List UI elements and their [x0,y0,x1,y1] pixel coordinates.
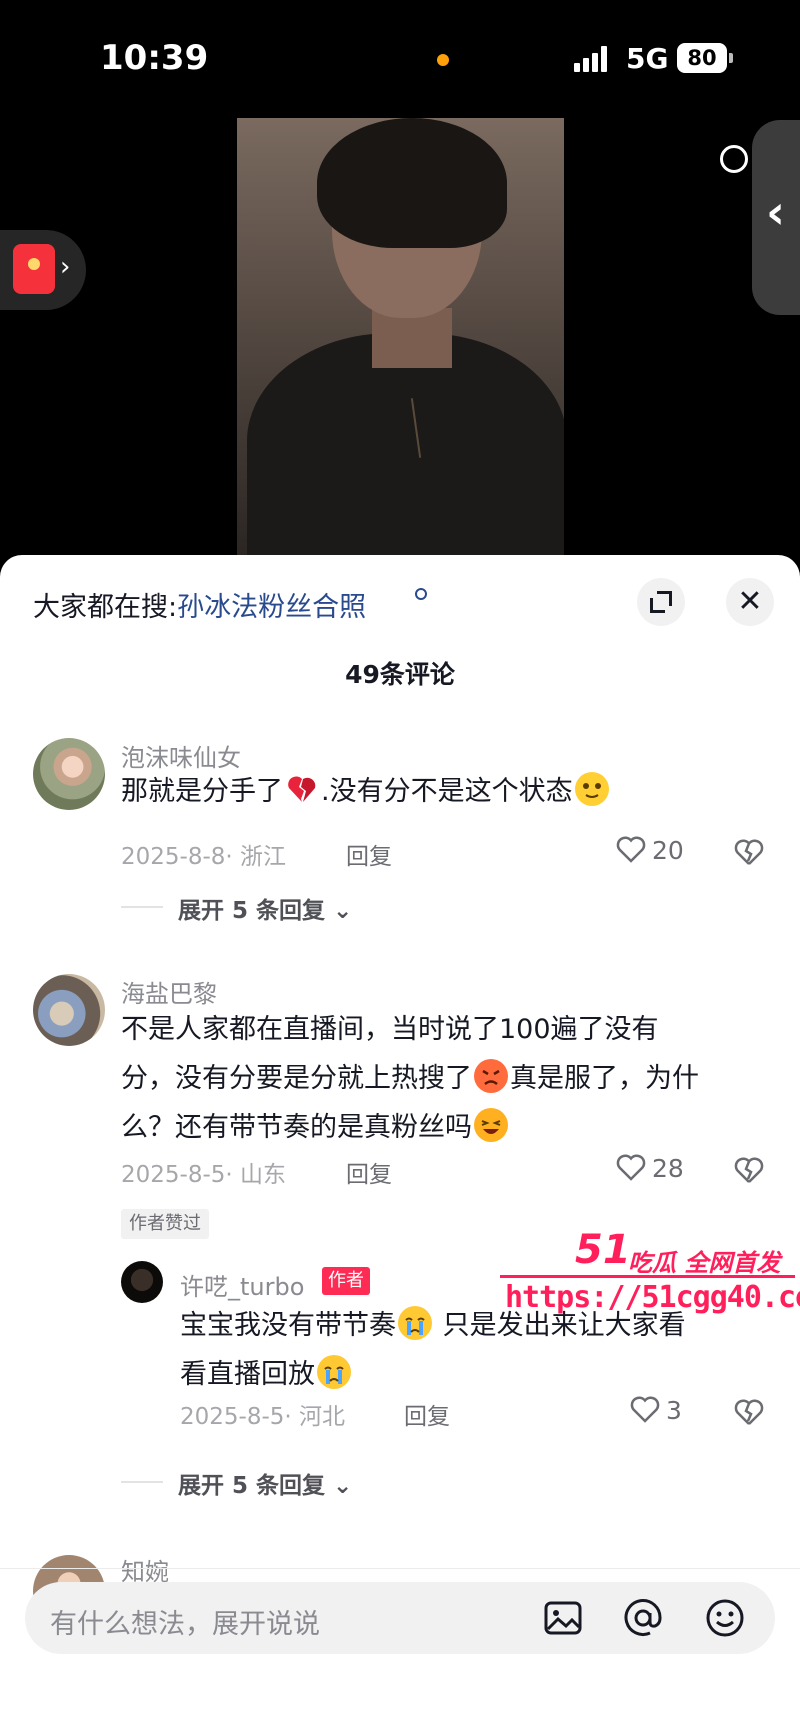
author-liked-tag: 作者赞过 [121,1209,209,1239]
avatar[interactable] [33,738,105,810]
heart-icon [630,1395,660,1423]
close-button[interactable]: ✕ [726,578,774,626]
crying-emoji [317,1355,351,1389]
comment-line: 分，没有分要是分就上热搜了 真是服了，为什 [121,1054,761,1103]
chevron-down-icon: ⌄ [333,898,353,924]
image-icon[interactable] [542,1597,584,1639]
like-count: 3 [666,1396,682,1425]
chevron-down-icon: ⌄ [333,1473,353,1499]
emoji-icon[interactable] [704,1597,746,1639]
red-packet-icon[interactable] [13,244,55,294]
expand-replies-button[interactable]: 展开 5 条回复 ⌄ [178,891,352,925]
comment-meta: 2025-8-5· 山东 [121,1162,287,1188]
comment-input-placeholder[interactable]: 有什么想法，展开说说 [50,1602,320,1641]
dislike-icon[interactable] [734,1397,764,1427]
comment-text: 那就是分手了 .没有分不是这个状态 [121,767,611,816]
expand-replies-label: 展开 5 条回复 [178,898,326,924]
avatar[interactable] [121,1261,163,1303]
like-button[interactable]: 3 [630,1395,682,1425]
network-label: 5G [626,42,669,75]
watermark-line [500,1275,795,1278]
input-divider [0,1568,800,1569]
comment-text: 宝宝我没有带节奏 只是发出来让大家看 看直播回放 [180,1301,780,1399]
heart-icon [616,835,646,863]
search-prefix: 大家都在搜: [33,592,178,623]
comment-text-part: 看直播回放 [180,1359,315,1390]
expand-button[interactable] [637,578,685,626]
video-figure-hair [317,118,507,248]
comment-text: 不是人家都在直播间，当时说了100遍了没有 分，没有分要是分就上热搜了 真是服了，… [121,1005,761,1152]
comment-meta: 2025-8-5· 河北 [180,1404,346,1430]
battery-tip [729,53,733,63]
comment-text-part: 真是服了，为什 [510,1063,699,1094]
like-button[interactable]: 20 [616,835,684,865]
close-icon: ✕ [737,584,763,619]
status-bar: 10:39 5G 80 [0,0,800,110]
like-count: 20 [652,836,684,865]
heart-icon [616,1153,646,1181]
laughing-emoji [474,1108,508,1142]
author-badge: 作者 [322,1267,370,1295]
chevron-right-icon: › [60,252,71,282]
comment-text-part: .没有分不是这个状态 [321,776,573,807]
angry-emoji [474,1059,508,1093]
search-mini-icon [415,588,427,600]
expand-icon [650,591,672,613]
search-icon[interactable] [720,145,748,173]
expand-replies-button[interactable]: 展开 5 条回复 ⌄ [178,1466,352,1500]
at-icon[interactable] [622,1597,664,1639]
reply-button[interactable]: 回复 [346,1155,392,1189]
battery-icon: 80 [677,43,727,73]
watermark-brand-text: 吃瓜 全网首发 [628,1249,781,1277]
comment-text-part: 那就是分手了 [121,776,283,807]
dislike-icon[interactable] [734,837,764,867]
chevron-left-icon[interactable]: ‹ [766,185,785,239]
comment-panel: 大家都在搜:孙冰法粉丝合照 ✕ 49条评论 泡沫味仙女 那就是分手了 .没有分不是… [0,555,800,1735]
comment-meta: 2025-8-8· 浙江 [121,844,287,870]
search-term-link[interactable]: 孙冰法粉丝合照 [177,592,366,623]
comment-line: 不是人家都在直播间，当时说了100遍了没有 [121,1014,659,1045]
blush-emoji [574,772,609,806]
comment-line: 看直播回放 [180,1350,780,1399]
recording-indicator [437,54,449,66]
crying-emoji [398,1306,432,1340]
status-time: 10:39 [100,38,209,78]
broken-heart-emoji [285,772,319,806]
comment-username[interactable]: 海盐巴黎 [121,974,217,1009]
search-suggestion[interactable]: 大家都在搜:孙冰法粉丝合照 [33,585,366,624]
video-frame[interactable] [237,118,564,555]
watermark-brand-number: 51 [575,1227,631,1273]
signal-icon [574,46,614,72]
comment-count-title: 49条评论 [345,660,455,689]
comment-text-part: 宝宝我没有带节奏 [180,1310,396,1341]
like-button[interactable]: 28 [616,1153,684,1183]
comment-text-part: 么？还有带节奏的是真粉丝吗 [121,1112,472,1143]
home-indicator-area [0,1670,800,1735]
comment-line: 么？还有带节奏的是真粉丝吗 [121,1103,761,1152]
reply-button[interactable]: 回复 [404,1397,450,1431]
reply-button[interactable]: 回复 [346,837,392,871]
expand-divider [121,1481,163,1483]
watermark-url: https://51cgg40.com [505,1280,800,1315]
comment-username[interactable]: 许呓_turbo [180,1267,304,1302]
expand-divider [121,906,163,908]
avatar[interactable] [33,974,105,1046]
expand-replies-label: 展开 5 条回复 [178,1473,326,1499]
dislike-icon[interactable] [734,1155,764,1185]
comment-text-part: 分，没有分要是分就上热搜了 [121,1063,472,1094]
like-count: 28 [652,1154,684,1183]
